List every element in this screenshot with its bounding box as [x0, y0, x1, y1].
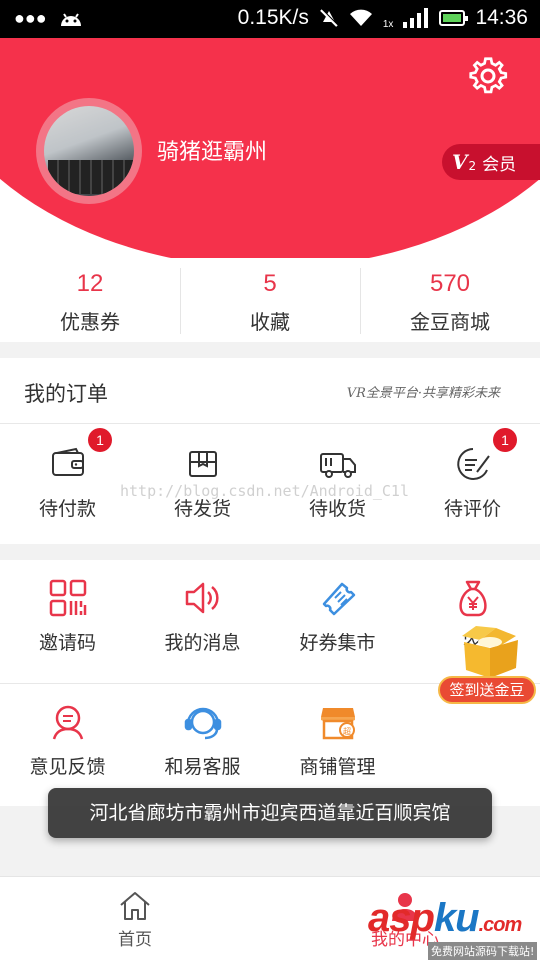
tool-coupon-market[interactable]: 好券集市 [270, 578, 405, 655]
stat-coupons[interactable]: 12 优惠券 [0, 258, 180, 342]
wallet-icon [51, 447, 84, 476]
vip-letter: V [452, 150, 468, 174]
logo-part-ku: ku [433, 896, 480, 940]
tab-home[interactable]: 首页 [0, 877, 270, 960]
badge-count: 1 [493, 428, 517, 452]
more-dots-icon: ●●● [14, 8, 47, 28]
status-bar: ●●● 0.15K/s 1x 14:36 [0, 0, 540, 38]
tool-label: 商铺管理 [299, 756, 376, 778]
tool-label: 意见反馈 [29, 756, 106, 778]
stat-value: 12 [76, 270, 104, 297]
money-bag-icon [458, 580, 487, 617]
order-label: 待付款 [38, 498, 96, 520]
vip-level: 2 [468, 159, 477, 173]
ticket-icon [322, 582, 355, 616]
tool-label: 好券集市 [299, 632, 376, 654]
tool-customer-service[interactable]: 和易客服 [135, 702, 270, 779]
qrcode-icon [49, 579, 86, 617]
username: 骑猪逛霸州 [157, 140, 268, 165]
profile-header: 骑猪逛霸州 V 2 会员 [0, 38, 540, 258]
logo-part-asp: asp [368, 896, 435, 940]
home-icon [120, 892, 150, 920]
orders-slogan: VR全景平台·共享精彩未来 [346, 386, 500, 401]
order-pending-payment[interactable]: 1 待付款 [0, 428, 135, 521]
watermark-text: http://blog.csdn.net/Android_C1l [120, 482, 409, 500]
order-label: 待评价 [443, 498, 501, 520]
mute-icon [319, 8, 339, 27]
tool-label: 邀请码 [38, 632, 96, 654]
orders-title[interactable]: 我的订单 [24, 378, 108, 408]
truck-icon [319, 453, 356, 478]
avatar[interactable] [36, 98, 142, 204]
shop-icon: 超 [320, 708, 355, 740]
tools-row-2: 意见反馈 和易客服 超 商铺管理 [0, 702, 540, 779]
svg-text:超: 超 [343, 726, 351, 736]
tool-feedback[interactable]: 意见反馈 [0, 702, 135, 779]
tool-label: 和易客服 [164, 756, 241, 778]
tool-my-messages[interactable]: 我的消息 [135, 578, 270, 655]
review-icon [456, 448, 490, 480]
badge-count: 1 [88, 428, 112, 452]
gift-box-icon [462, 626, 518, 678]
order-pending-review[interactable]: 1 待评价 [405, 428, 540, 521]
stat-label: 收藏 [250, 310, 290, 334]
tool-label: 我的消息 [164, 632, 241, 654]
network-speed: 0.15K/s [237, 6, 309, 29]
signal-icon [403, 8, 429, 28]
stats-bar: 12 优惠券 5 收藏 570 金豆商城 [0, 258, 540, 342]
logo-part-com: .com [478, 914, 523, 936]
stat-label: 金豆商城 [410, 310, 490, 334]
vip-badge[interactable]: V 2 会员 [442, 144, 540, 180]
stat-gold-mall[interactable]: 570 金豆商城 [360, 258, 540, 342]
stat-value: 5 [263, 270, 277, 297]
wifi-icon [349, 9, 372, 26]
android-icon [60, 12, 81, 26]
checkin-button[interactable]: 签到送金豆 [438, 676, 536, 704]
avatar-photo [44, 106, 134, 196]
location-toast: 河北省廊坊市霸州市迎宾西道靠近百顺宾馆 [48, 788, 492, 838]
vip-label: 会员 [482, 154, 517, 175]
orders-section: 我的订单 VR全景平台·共享精彩未来 1 待付款 待发货 待收货 1 待评价 h… [0, 358, 540, 544]
tool-invite-code[interactable]: 邀请码 [0, 578, 135, 655]
settings-gear-icon[interactable] [468, 56, 508, 96]
site-watermark-logo: aspku.com 免费网站源码下载站! [368, 896, 540, 960]
divider [0, 423, 540, 424]
checkin-gift[interactable]: 签到送金豆 [436, 622, 540, 706]
status-left: ●●● [14, 8, 83, 29]
tab-label: 首页 [118, 930, 152, 950]
clock: 14:36 [475, 6, 528, 29]
speaker-icon [185, 582, 219, 614]
package-icon [188, 451, 217, 477]
stat-label: 优惠券 [60, 310, 120, 334]
logo-tagline: 免费网站源码下载站! [428, 942, 538, 960]
stat-favorites[interactable]: 5 收藏 [180, 258, 360, 342]
battery-icon [439, 10, 469, 26]
stat-value: 570 [429, 270, 471, 297]
tool-shop-management[interactable]: 超 商铺管理 [270, 702, 405, 779]
network-type: 1x [382, 18, 394, 30]
headset-icon [184, 707, 221, 740]
status-right: 0.15K/s 1x 14:36 [238, 6, 528, 30]
feedback-icon [52, 705, 83, 740]
